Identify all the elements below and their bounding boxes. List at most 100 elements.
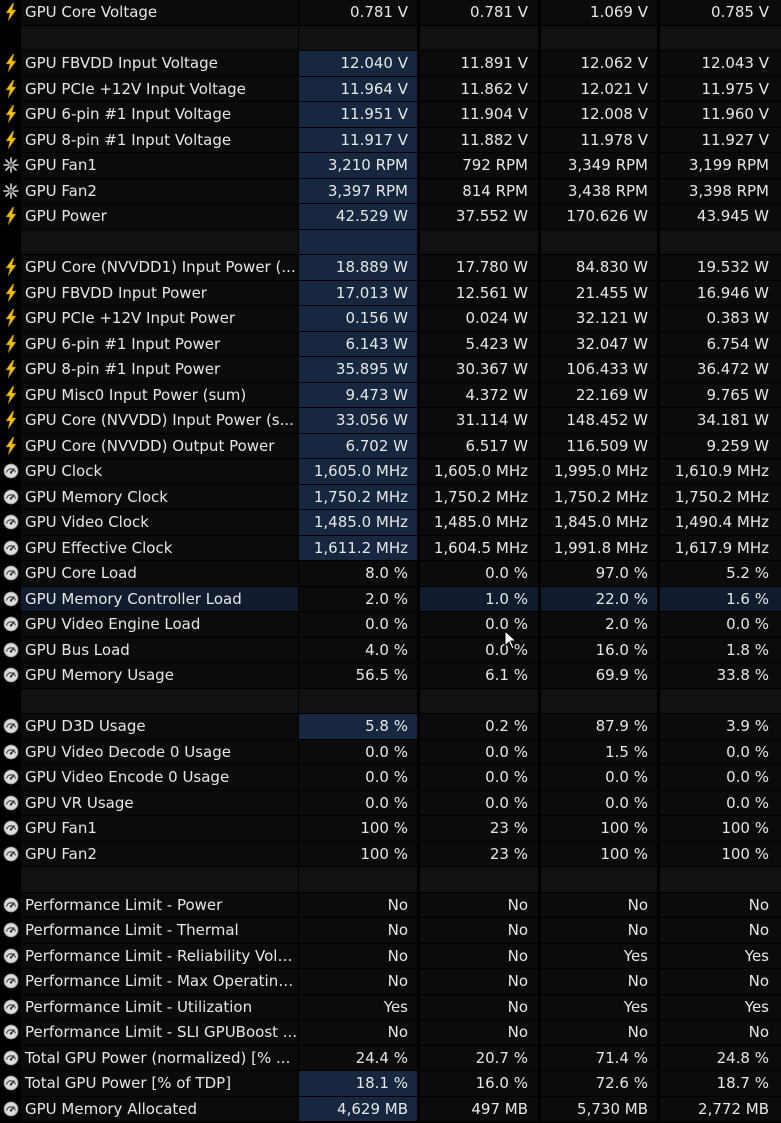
sensor-row-gpu-video-encode-0-usage[interactable]: GPU Video Encode 0 Usage 0.0 % 0.0 % 0.0 % 0…: [0, 765, 781, 791]
sensor-row-gpu-fbvdd-input-power[interactable]: GPU FBVDD Input Power 17.013 W 12.561 W 21.…: [0, 280, 781, 307]
minimum-value: 5.423 W: [420, 331, 538, 356]
sensor-row-gpu-fan1[interactable]: GPU Fan1 100 % 23 % 100 % 100 %: [0, 816, 781, 842]
average-value: 3.9 %: [660, 714, 781, 739]
separator-row: [0, 688, 781, 715]
gauge-icon: [0, 714, 21, 739]
sensor-row-gpu-core-load[interactable]: GPU Core Load 8.0 % 0.0 % 97.0 % 5.2 %: [0, 561, 781, 587]
minimum-value: 0.0 %: [420, 612, 538, 637]
current-value: 42.529 W: [299, 204, 417, 229]
minimum-value: 23 %: [420, 816, 538, 841]
average-value: 9.765 W: [660, 382, 781, 407]
average-value: 1,750.2 MHz: [660, 484, 781, 509]
maximum-value: 69.9 %: [541, 663, 657, 688]
maximum-value: 100 %: [541, 841, 657, 866]
gauge-icon: [0, 816, 21, 841]
average-value: No: [660, 969, 781, 994]
sensor-row-gpu-memory-usage[interactable]: GPU Memory Usage 56.5 % 6.1 % 69.9 % 33.8 %: [0, 663, 781, 689]
maximum-value: 170.626 W: [541, 204, 657, 229]
sensor-row-gpu-memory-allocated[interactable]: GPU Memory Allocated 4,629 MB 497 MB 5,730 …: [0, 1096, 781, 1123]
sensor-row-gpu-bus-load[interactable]: GPU Bus Load 4.0 % 0.0 % 16.0 % 1.8 %: [0, 637, 781, 664]
sensor-row-gpu-video-engine-load[interactable]: GPU Video Engine Load 0.0 % 0.0 % 2.0 % 0.0 …: [0, 612, 781, 638]
sensor-row-gpu-core-nvvdd-output-power[interactable]: GPU Core (NVVDD) Output Power 6.702 W 6.51…: [0, 433, 781, 460]
minimum-value: No: [420, 1020, 538, 1045]
current-value: 1,485.0 MHz: [299, 510, 417, 535]
sensor-name: GPU Power: [21, 204, 298, 229]
empty-icon-cell: [0, 689, 21, 714]
gauge-icon: [0, 995, 21, 1020]
sensor-row-gpu-core-voltage[interactable]: GPU Core Voltage 0.781 V 0.781 V 1.069 V 0.7…: [0, 0, 781, 26]
sensor-name: GPU PCIe +12V Input Voltage: [21, 76, 298, 101]
average-value: [660, 867, 781, 892]
gauge-icon: [0, 510, 21, 535]
sensor-name: GPU Fan1: [21, 816, 298, 841]
sensor-name: GPU 6-pin #1 Input Power: [21, 331, 298, 356]
sensor-row-gpu-pcie-12v-input-voltage[interactable]: GPU PCIe +12V Input Voltage 11.964 V 11.86…: [0, 76, 781, 103]
average-value: [660, 229, 781, 254]
maximum-value: [541, 688, 657, 713]
sensor-row-gpu-vr-usage[interactable]: GPU VR Usage 0.0 % 0.0 % 0.0 % 0.0 %: [0, 790, 781, 817]
maximum-value: 22.0 %: [541, 586, 657, 611]
sensor-row-total-gpu-power-of-tdp[interactable]: Total GPU Power [% of TDP] 18.1 % 16.0 % 72…: [0, 1071, 781, 1097]
sensor-row-performance-limit-power[interactable]: Performance Limit - Power No No No No: [0, 892, 781, 919]
minimum-value: 1.0 %: [420, 586, 538, 611]
current-value: 3,210 RPM: [299, 153, 417, 178]
sensor-row-gpu-video-decode-0-usage[interactable]: GPU Video Decode 0 Usage 0.0 % 0.0 % 1.5 % 0…: [0, 739, 781, 766]
sensor-row-gpu-8-pin-1-input-power[interactable]: GPU 8-pin #1 Input Power 35.895 W 30.367 W…: [0, 357, 781, 383]
average-value: 36.472 W: [660, 357, 781, 382]
sensor-row-performance-limit-thermal[interactable]: Performance Limit - Thermal No No No No: [0, 918, 781, 944]
maximum-value: 3,349 RPM: [541, 153, 657, 178]
sensor-row-gpu-fan2[interactable]: GPU Fan2 100 % 23 % 100 % 100 %: [0, 841, 781, 868]
current-value: 12.040 V: [299, 51, 417, 76]
current-value: 11.951 V: [299, 102, 417, 127]
gauge-icon: [0, 663, 21, 688]
minimum-value: [420, 688, 538, 713]
sensor-row-gpu-video-clock[interactable]: GPU Video Clock 1,485.0 MHz 1,485.0 MHz 1,8…: [0, 510, 781, 536]
average-value: 33.8 %: [660, 663, 781, 688]
gauge-icon: [0, 791, 21, 816]
sensor-row-gpu-memory-clock[interactable]: GPU Memory Clock 1,750.2 MHz 1,750.2 MHz 1,…: [0, 484, 781, 511]
sensor-row-gpu-pcie-12v-input-power[interactable]: GPU PCIe +12V Input Power 0.156 W 0.024 W3…: [0, 306, 781, 332]
sensor-name: GPU Video Encode 0 Usage: [21, 765, 298, 790]
sensor-row-gpu-d3d-usage[interactable]: GPU D3D Usage 5.8 % 0.2 % 87.9 % 3.9 %: [0, 714, 781, 740]
sensor-row-gpu-fan1[interactable]: GPU Fan1 3,210 RPM 792 RPM 3,349 RPM 3,199 R…: [0, 153, 781, 179]
sensor-row-performance-limit-utilization[interactable]: Performance Limit - Utilization Yes No Yes Y…: [0, 994, 781, 1021]
sensor-row-total-gpu-power-normalized[interactable]: Total GPU Power (normalized) [% ... 24.4 …: [0, 1045, 781, 1072]
sensor-row-gpu-6-pin-1-input-voltage[interactable]: GPU 6-pin #1 Input Voltage 11.951 V 11.904…: [0, 102, 781, 128]
gauge-icon: [0, 1020, 21, 1045]
current-value: 1,605.0 MHz: [299, 459, 417, 484]
sensor-row-gpu-8-pin-1-input-voltage[interactable]: GPU 8-pin #1 Input Voltage 11.917 V 11.882…: [0, 127, 781, 154]
maximum-value: 97.0 %: [541, 561, 657, 586]
minimum-value: 1,485.0 MHz: [420, 510, 538, 535]
current-value: No: [299, 943, 417, 968]
sensor-row-gpu-power[interactable]: GPU Power 42.529 W 37.552 W 170.626 W 43.945…: [0, 204, 781, 230]
gauge-icon: [0, 612, 21, 637]
sensor-row-gpu-core-nvvdd1-input-power[interactable]: GPU Core (NVVDD1) Input Power (... 18.889…: [0, 255, 781, 281]
sensor-name: GPU Bus Load: [21, 637, 298, 662]
sensor-name: GPU Video Clock: [21, 510, 298, 535]
current-value: 11.964 V: [299, 76, 417, 101]
sensor-row-gpu-fbvdd-input-voltage[interactable]: GPU FBVDD Input Voltage 12.040 V 11.891 V1…: [0, 51, 781, 77]
sensor-row-gpu-core-nvvdd-input-power-s[interactable]: GPU Core (NVVDD) Input Power (s... 33.056…: [0, 408, 781, 434]
minimum-value: 11.862 V: [420, 76, 538, 101]
sensor-row-gpu-memory-controller-load[interactable]: GPU Memory Controller Load 2.0 % 1.0 % 22.0…: [0, 586, 781, 613]
minimum-value: 814 RPM: [420, 178, 538, 203]
average-value: Yes: [660, 943, 781, 968]
sensor-row-gpu-6-pin-1-input-power[interactable]: GPU 6-pin #1 Input Power 6.143 W 5.423 W 32…: [0, 331, 781, 358]
sensor-row-gpu-effective-clock[interactable]: GPU Effective Clock 1,611.2 MHz 1,604.5 MH…: [0, 535, 781, 562]
average-value: 9.259 W: [660, 433, 781, 458]
sensor-row-performance-limit-max-operating[interactable]: Performance Limit - Max Operating... No No…: [0, 969, 781, 995]
maximum-value: 1,845.0 MHz: [541, 510, 657, 535]
average-value: No: [660, 892, 781, 917]
minimum-value: 30.367 W: [420, 357, 538, 382]
sensor-row-gpu-clock[interactable]: GPU Clock 1,605.0 MHz 1,605.0 MHz 1,995.0 M…: [0, 459, 781, 485]
sensor-row-performance-limit-reliability-voltage[interactable]: Performance Limit - Reliability Voltage N…: [0, 943, 781, 970]
sensor-row-performance-limit-sli-gpuboost[interactable]: Performance Limit - SLI GPUBoost ... No No…: [0, 1020, 781, 1046]
sensor-row-gpu-fan2[interactable]: GPU Fan2 3,397 RPM 814 RPM 3,438 RPM 3,398 R…: [0, 178, 781, 205]
sensor-row-gpu-misc0-input-power-sum[interactable]: GPU Misc0 Input Power (sum) 9.473 W 4.372 …: [0, 382, 781, 409]
gauge-icon: [0, 969, 21, 994]
sensor-name: Performance Limit - Thermal: [21, 918, 298, 943]
current-value: No: [299, 1020, 417, 1045]
fan-icon: [0, 179, 21, 204]
maximum-value: 22.169 W: [541, 382, 657, 407]
current-value: [299, 229, 417, 254]
